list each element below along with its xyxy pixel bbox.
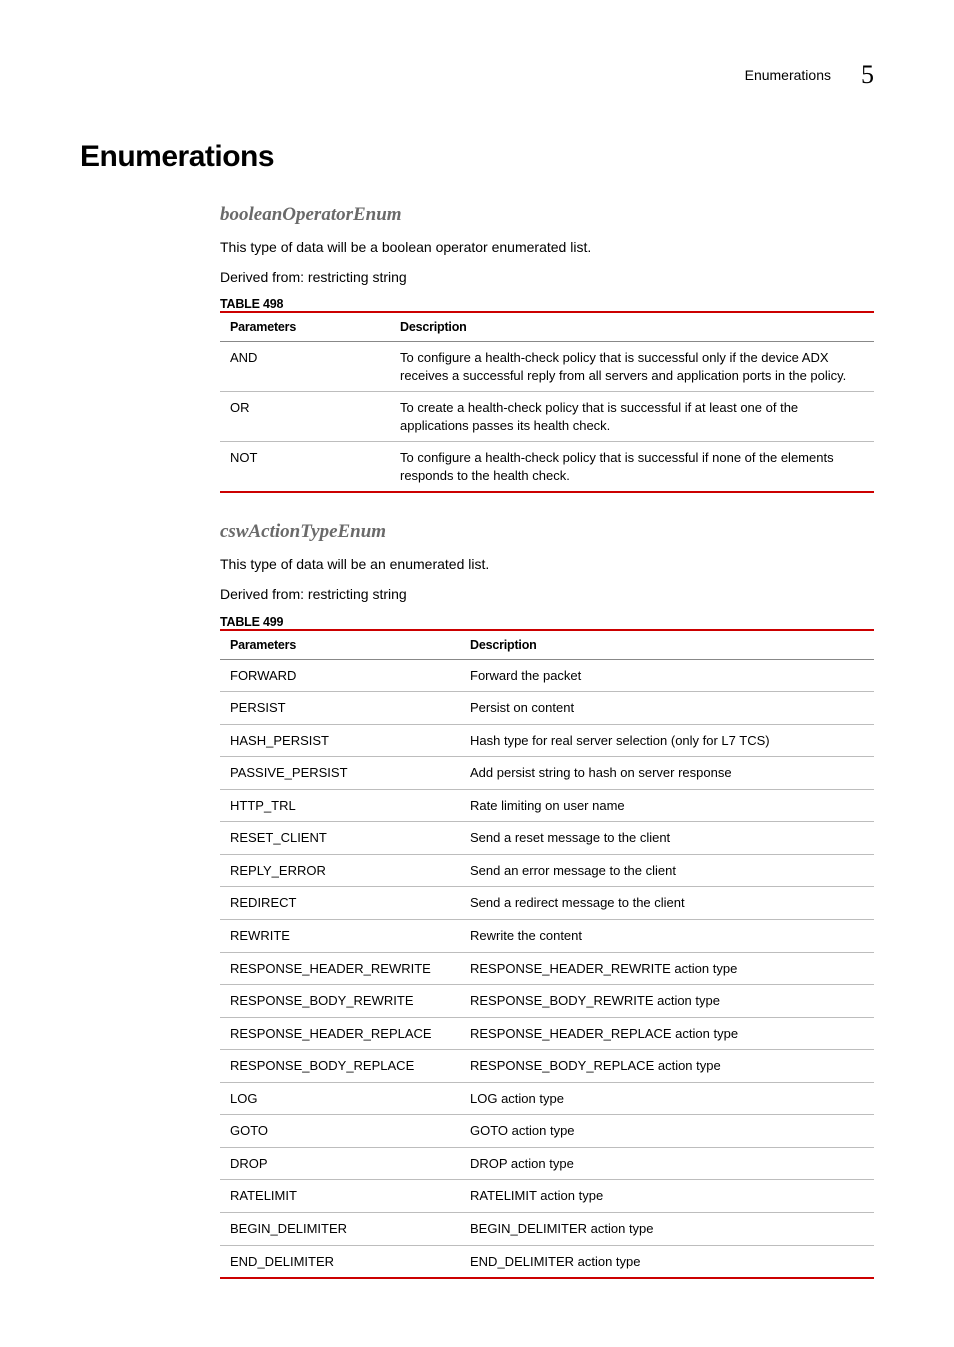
parameter-cell: NOT <box>220 442 390 493</box>
table-column-header: Description <box>460 630 874 660</box>
parameter-cell: RESPONSE_BODY_REPLACE <box>220 1050 460 1083</box>
table-row: RESPONSE_BODY_REWRITERESPONSE_BODY_REWRI… <box>220 985 874 1018</box>
description-cell: To configure a health-check policy that … <box>390 442 874 493</box>
document-page: Enumerations 5 Enumerations booleanOpera… <box>0 0 954 1347</box>
table-row: RESET_CLIENTSend a reset message to the … <box>220 822 874 855</box>
description-cell: Send an error message to the client <box>460 854 874 887</box>
parameter-cell: RESPONSE_BODY_REWRITE <box>220 985 460 1018</box>
parameter-cell: RESPONSE_HEADER_REWRITE <box>220 952 460 985</box>
table-row: PASSIVE_PERSISTAdd persist string to has… <box>220 757 874 790</box>
description-cell: To create a health-check policy that is … <box>390 392 874 442</box>
description-cell: Hash type for real server selection (onl… <box>460 724 874 757</box>
parameter-cell: FORWARD <box>220 659 460 692</box>
header-chapter-number: 5 <box>861 60 874 90</box>
subsection-heading: booleanOperatorEnum <box>220 204 874 226</box>
header-section: Enumerations <box>745 67 831 83</box>
parameter-cell: LOG <box>220 1082 460 1115</box>
parameter-cell: DROP <box>220 1147 460 1180</box>
table-column-header: Parameters <box>220 630 460 660</box>
table-row: REDIRECTSend a redirect message to the c… <box>220 887 874 920</box>
description-cell: To configure a health-check policy that … <box>390 342 874 392</box>
parameter-cell: REWRITE <box>220 920 460 953</box>
table-label: TABLE 498 <box>220 297 874 311</box>
parameter-cell: RATELIMIT <box>220 1180 460 1213</box>
parameter-cell: RESPONSE_HEADER_REPLACE <box>220 1017 460 1050</box>
parameter-cell: GOTO <box>220 1115 460 1148</box>
table-row: GOTOGOTO action type <box>220 1115 874 1148</box>
description-cell: END_DELIMITER action type <box>460 1245 874 1278</box>
parameter-cell: HTTP_TRL <box>220 789 460 822</box>
table-row: DROPDROP action type <box>220 1147 874 1180</box>
description-cell: RESPONSE_HEADER_REPLACE action type <box>460 1017 874 1050</box>
description-cell: RESPONSE_HEADER_REWRITE action type <box>460 952 874 985</box>
table-row: FORWARDForward the packet <box>220 659 874 692</box>
parameter-cell: HASH_PERSIST <box>220 724 460 757</box>
description-cell: RESPONSE_BODY_REPLACE action type <box>460 1050 874 1083</box>
table-row: ANDTo configure a health-check policy th… <box>220 342 874 392</box>
table-row: END_DELIMITEREND_DELIMITER action type <box>220 1245 874 1278</box>
table-row: BEGIN_DELIMITERBEGIN_DELIMITER action ty… <box>220 1212 874 1245</box>
description-cell: BEGIN_DELIMITER action type <box>460 1212 874 1245</box>
description-cell: LOG action type <box>460 1082 874 1115</box>
table-row: REPLY_ERRORSend an error message to the … <box>220 854 874 887</box>
data-table: ParametersDescriptionANDTo configure a h… <box>220 311 874 493</box>
table-row: NOTTo configure a health-check policy th… <box>220 442 874 493</box>
description-cell: Forward the packet <box>460 659 874 692</box>
description-cell: Rate limiting on user name <box>460 789 874 822</box>
table-row: ORTo create a health-check policy that i… <box>220 392 874 442</box>
intro-text: This type of data will be a boolean oper… <box>220 238 874 258</box>
data-table: ParametersDescriptionFORWARDForward the … <box>220 629 874 1279</box>
parameter-cell: BEGIN_DELIMITER <box>220 1212 460 1245</box>
subsection-heading: cswActionTypeEnum <box>220 521 874 543</box>
description-cell: GOTO action type <box>460 1115 874 1148</box>
description-cell: Add persist string to hash on server res… <box>460 757 874 790</box>
table-row: LOGLOG action type <box>220 1082 874 1115</box>
parameter-cell: OR <box>220 392 390 442</box>
table-row: RESPONSE_BODY_REPLACERESPONSE_BODY_REPLA… <box>220 1050 874 1083</box>
table-row: REWRITERewrite the content <box>220 920 874 953</box>
parameter-cell: PERSIST <box>220 692 460 725</box>
table-row: HTTP_TRLRate limiting on user name <box>220 789 874 822</box>
table-row: RESPONSE_HEADER_REPLACERESPONSE_HEADER_R… <box>220 1017 874 1050</box>
content-body: booleanOperatorEnum This type of data wil… <box>220 204 874 1279</box>
parameter-cell: PASSIVE_PERSIST <box>220 757 460 790</box>
parameter-cell: END_DELIMITER <box>220 1245 460 1278</box>
table-row: PERSISTPersist on content <box>220 692 874 725</box>
running-header: Enumerations 5 <box>80 60 874 90</box>
parameter-cell: REDIRECT <box>220 887 460 920</box>
parameter-cell: AND <box>220 342 390 392</box>
table-row: RESPONSE_HEADER_REWRITERESPONSE_HEADER_R… <box>220 952 874 985</box>
table-column-header: Description <box>390 312 874 342</box>
description-cell: RATELIMIT action type <box>460 1180 874 1213</box>
description-cell: DROP action type <box>460 1147 874 1180</box>
derived-from-text: Derived from: restricting string <box>220 268 874 288</box>
description-cell: RESPONSE_BODY_REWRITE action type <box>460 985 874 1018</box>
table-row: RATELIMITRATELIMIT action type <box>220 1180 874 1213</box>
table-row: HASH_PERSISTHash type for real server se… <box>220 724 874 757</box>
parameter-cell: RESET_CLIENT <box>220 822 460 855</box>
description-cell: Rewrite the content <box>460 920 874 953</box>
table-label: TABLE 499 <box>220 615 874 629</box>
intro-text: This type of data will be an enumerated … <box>220 555 874 575</box>
parameter-cell: REPLY_ERROR <box>220 854 460 887</box>
description-cell: Send a redirect message to the client <box>460 887 874 920</box>
description-cell: Send a reset message to the client <box>460 822 874 855</box>
table-column-header: Parameters <box>220 312 390 342</box>
derived-from-text: Derived from: restricting string <box>220 585 874 605</box>
description-cell: Persist on content <box>460 692 874 725</box>
page-title: Enumerations <box>80 140 874 174</box>
